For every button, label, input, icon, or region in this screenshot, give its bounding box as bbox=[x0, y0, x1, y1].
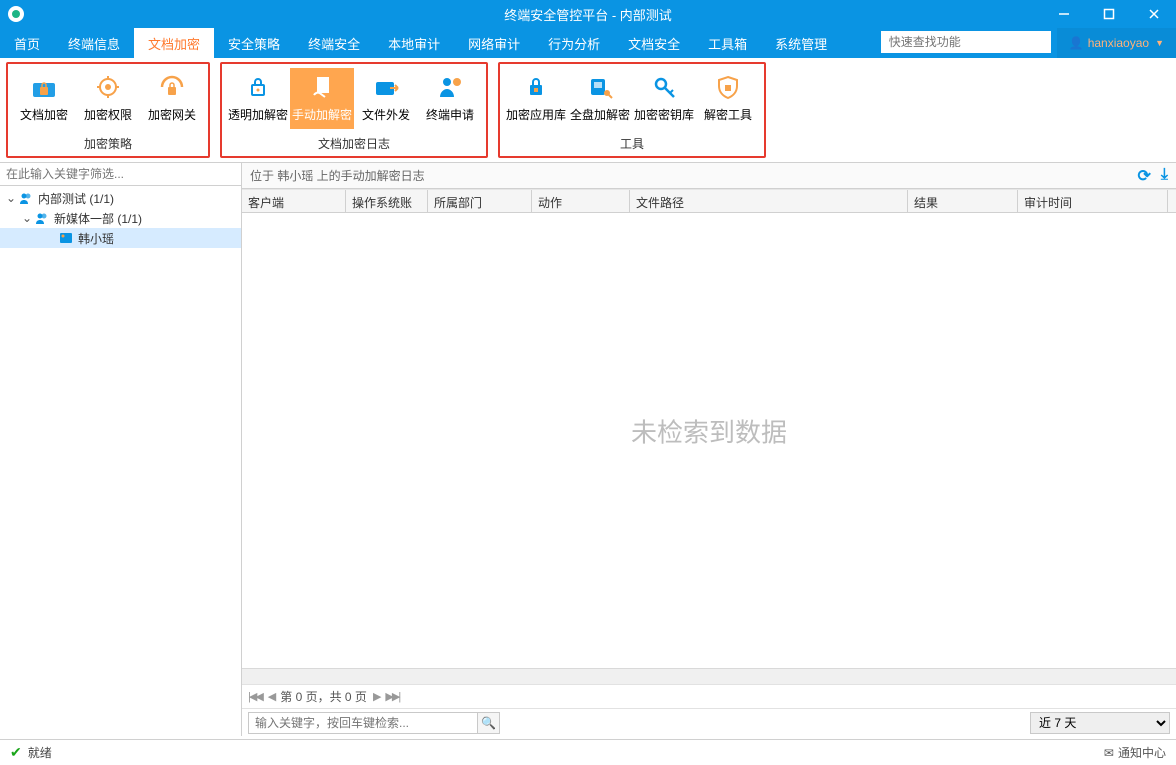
menu-文档安全[interactable]: 文档安全 bbox=[614, 28, 694, 58]
folder-send-icon bbox=[356, 72, 416, 102]
status-bar: ✔ 就绪 ✉ 通知中心 bbox=[0, 739, 1176, 765]
page-info: 第 0 页，共 0 页 bbox=[280, 688, 367, 705]
ribbon-group-工具: 加密应用库全盘加解密加密密钥库解密工具工具 bbox=[498, 62, 766, 158]
menu-终端安全[interactable]: 终端安全 bbox=[294, 28, 374, 58]
pagination-bar: |◀◀ ◀ 第 0 页，共 0 页 ▶ ▶▶| bbox=[242, 684, 1176, 708]
ribbon-全盘加解密[interactable]: 全盘加解密 bbox=[568, 68, 632, 129]
close-button[interactable] bbox=[1131, 0, 1176, 28]
breadcrumb-bar: 位于 韩小瑶 上的手动加解密日志 ⟳ ⤓ bbox=[242, 163, 1176, 189]
ribbon-加密权限[interactable]: 加密权限 bbox=[76, 68, 140, 129]
search-row: 🔍 近 7 天 bbox=[242, 708, 1176, 736]
sidebar-tree-panel: ⌄内部测试 (1/1)⌄新媒体一部 (1/1)韩小瑶 bbox=[0, 163, 242, 736]
ribbon-手动加解密[interactable]: 手动加解密 bbox=[290, 68, 354, 129]
window-title: 终端安全管控平台 - 内部测试 bbox=[504, 5, 672, 24]
breadcrumb-text: 位于 韩小瑶 上的手动加解密日志 bbox=[250, 167, 425, 184]
org-tree: ⌄内部测试 (1/1)⌄新媒体一部 (1/1)韩小瑶 bbox=[0, 186, 241, 736]
tree-filter-input[interactable] bbox=[0, 163, 241, 185]
title-bar: 终端安全管控平台 - 内部测试 bbox=[0, 0, 1176, 28]
menu-系统管理[interactable]: 系统管理 bbox=[761, 28, 841, 58]
folder-lock-icon bbox=[14, 72, 74, 102]
column-结果[interactable]: 结果 bbox=[908, 190, 1018, 212]
status-ok-icon: ✔ bbox=[10, 744, 22, 761]
user-client-icon bbox=[58, 231, 74, 245]
menu-行为分析[interactable]: 行为分析 bbox=[534, 28, 614, 58]
column-审计时间[interactable]: 审计时间 bbox=[1018, 190, 1168, 212]
menu-终端信息[interactable]: 终端信息 bbox=[54, 28, 134, 58]
gateway-lock-icon bbox=[142, 72, 202, 102]
search-icon[interactable]: 🔍 bbox=[477, 713, 499, 733]
main-panel: 位于 韩小瑶 上的手动加解密日志 ⟳ ⤓ 客户端操作系统账户所属部门动作文件路径… bbox=[242, 163, 1176, 736]
tree-node[interactable]: ⌄新媒体一部 (1/1) bbox=[0, 208, 241, 228]
person-request-icon bbox=[420, 72, 480, 102]
ribbon-group-title: 文档加密日志 bbox=[226, 129, 482, 154]
shield-decrypt-icon bbox=[698, 72, 758, 102]
tree-node[interactable]: 韩小瑶 bbox=[0, 228, 241, 248]
column-操作系统账户[interactable]: 操作系统账户 bbox=[346, 190, 428, 212]
menu-文档加密[interactable]: 文档加密 bbox=[134, 28, 214, 58]
prev-page-button[interactable]: ◀ bbox=[268, 690, 274, 703]
app-logo-icon bbox=[8, 6, 24, 22]
ribbon-group-title: 加密策略 bbox=[12, 129, 204, 154]
gear-lock-icon bbox=[78, 72, 138, 102]
column-客户端[interactable]: 客户端 bbox=[242, 190, 346, 212]
menu-首页[interactable]: 首页 bbox=[0, 28, 54, 58]
main-menu: 首页终端信息文档加密安全策略终端安全本地审计网络审计行为分析文档安全工具箱系统管… bbox=[0, 28, 1176, 58]
ribbon-文档加密[interactable]: 文档加密 bbox=[12, 68, 76, 129]
ribbon-加密应用库[interactable]: 加密应用库 bbox=[504, 68, 568, 129]
ribbon-文件外发[interactable]: 文件外发 bbox=[354, 68, 418, 129]
minimize-button[interactable] bbox=[1041, 0, 1086, 28]
status-text: 就绪 bbox=[28, 744, 52, 761]
ribbon-加密网关[interactable]: 加密网关 bbox=[140, 68, 204, 129]
time-range-select[interactable]: 近 7 天 bbox=[1030, 712, 1170, 734]
menu-网络审计[interactable]: 网络审计 bbox=[454, 28, 534, 58]
table-body: 未检索到数据 bbox=[242, 213, 1176, 668]
user-icon: 👤 bbox=[1069, 36, 1084, 50]
empty-result-text: 未检索到数据 bbox=[631, 413, 787, 450]
refresh-icon[interactable]: ⟳ bbox=[1138, 166, 1151, 186]
tree-node[interactable]: ⌄内部测试 (1/1) bbox=[0, 188, 241, 208]
lock-transparent-icon bbox=[228, 72, 288, 102]
notification-label: 通知中心 bbox=[1118, 744, 1166, 761]
first-page-button[interactable]: |◀◀ bbox=[248, 690, 262, 703]
app-lock-icon bbox=[506, 72, 566, 102]
download-icon[interactable]: ⤓ bbox=[1161, 166, 1168, 186]
ribbon-解密工具[interactable]: 解密工具 bbox=[696, 68, 760, 129]
expand-icon[interactable]: ⌄ bbox=[4, 191, 18, 205]
ribbon-toolbar: 文档加密加密权限加密网关加密策略透明加解密手动加解密文件外发终端申请文档加密日志… bbox=[0, 58, 1176, 163]
ribbon-终端申请[interactable]: 终端申请 bbox=[418, 68, 482, 129]
expand-icon[interactable]: ⌄ bbox=[20, 211, 34, 225]
quick-search-input[interactable] bbox=[881, 31, 1051, 53]
ribbon-加密密钥库[interactable]: 加密密钥库 bbox=[632, 68, 696, 129]
ribbon-group-加密策略: 文档加密加密权限加密网关加密策略 bbox=[6, 62, 210, 158]
menu-本地审计[interactable]: 本地审计 bbox=[374, 28, 454, 58]
horizontal-scrollbar[interactable] bbox=[242, 668, 1176, 684]
last-page-button[interactable]: ▶▶| bbox=[385, 690, 399, 703]
notification-center-button[interactable]: ✉ 通知中心 bbox=[1104, 744, 1166, 761]
group-icon bbox=[18, 191, 34, 205]
disk-key-icon bbox=[570, 72, 630, 102]
ribbon-透明加解密[interactable]: 透明加解密 bbox=[226, 68, 290, 129]
key-icon bbox=[634, 72, 694, 102]
column-文件路径[interactable]: 文件路径 bbox=[630, 190, 908, 212]
menu-工具箱[interactable]: 工具箱 bbox=[694, 28, 761, 58]
maximize-button[interactable] bbox=[1086, 0, 1131, 28]
table-header-row: 客户端操作系统账户所属部门动作文件路径结果审计时间 bbox=[242, 189, 1176, 213]
keyword-search-input[interactable] bbox=[249, 713, 477, 733]
mail-icon: ✉ bbox=[1104, 746, 1114, 760]
column-所属部门[interactable]: 所属部门 bbox=[428, 190, 532, 212]
ribbon-group-title: 工具 bbox=[504, 129, 760, 154]
menu-安全策略[interactable]: 安全策略 bbox=[214, 28, 294, 58]
ribbon-group-文档加密日志: 透明加解密手动加解密文件外发终端申请文档加密日志 bbox=[220, 62, 488, 158]
column-动作[interactable]: 动作 bbox=[532, 190, 630, 212]
next-page-button[interactable]: ▶ bbox=[373, 690, 379, 703]
group-icon bbox=[34, 211, 50, 225]
user-menu[interactable]: 👤hanxiaoyao▼ bbox=[1057, 28, 1176, 58]
hand-file-icon bbox=[292, 72, 352, 102]
